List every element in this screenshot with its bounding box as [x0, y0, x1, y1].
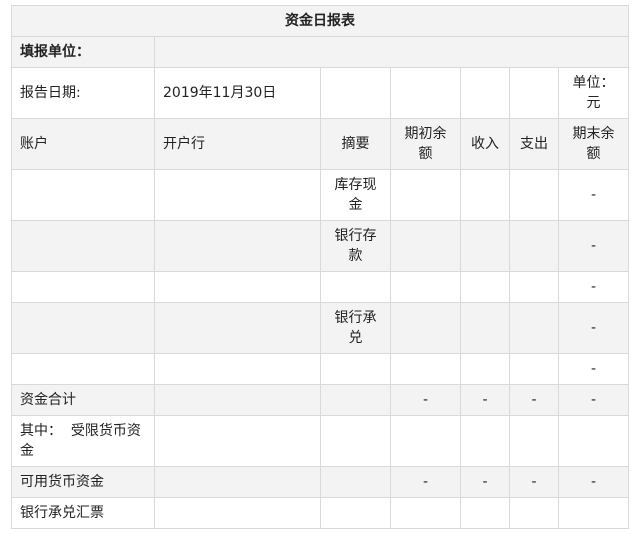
table-cell [557, 415, 630, 467]
table-cell [460, 169, 510, 221]
table-cell [390, 220, 461, 272]
table-cell [320, 497, 391, 529]
table-cell: - [390, 466, 461, 498]
table-cell [154, 415, 321, 467]
table-cell [390, 497, 461, 529]
table-cell: - [390, 384, 461, 416]
table-row: 银行存款 - [11, 220, 630, 272]
table-cell [509, 353, 559, 385]
unit-label: 填报单位： [11, 36, 155, 68]
table-cell [509, 302, 559, 354]
empty-cell [460, 67, 510, 119]
table-cell: - [557, 353, 630, 385]
table-cell: 银行承兑汇票 [11, 497, 155, 529]
unit-value [153, 36, 630, 68]
header-income: 收入 [460, 118, 510, 170]
table-cell [320, 353, 391, 385]
table-cell [11, 169, 155, 221]
table-cell: 银行承兑 [320, 302, 391, 354]
currency-note: 单位：元 [557, 67, 630, 119]
table-cell [154, 169, 321, 221]
table-cell [460, 415, 510, 467]
table-cell [154, 271, 321, 303]
table-cell [320, 384, 391, 416]
table-cell: - [557, 466, 630, 498]
table-cell [154, 220, 321, 272]
table-cell [154, 302, 321, 354]
table-cell: 库存现金 [320, 169, 391, 221]
table-cell [154, 466, 321, 498]
table-row: - [11, 271, 630, 303]
table-cell: - [509, 384, 559, 416]
header-closing-balance: 期末余额 [557, 118, 630, 170]
header-expense: 支出 [509, 118, 559, 170]
table-row: 库存现金 - [11, 169, 630, 221]
table-cell [509, 497, 559, 529]
table-cell [509, 271, 559, 303]
table-cell [154, 384, 321, 416]
table-cell [11, 271, 155, 303]
header-opening-balance: 期初余额 [390, 118, 461, 170]
date-label: 报告日期: [11, 67, 155, 119]
table-cell: - [557, 384, 630, 416]
table-cell: - [460, 466, 510, 498]
empty-cell [390, 67, 461, 119]
table-cell [509, 220, 559, 272]
empty-cell [509, 67, 559, 119]
table-cell [154, 353, 321, 385]
table-cell [460, 302, 510, 354]
table-cell [460, 497, 510, 529]
header-account: 账户 [11, 118, 155, 170]
table-cell [390, 353, 461, 385]
table-row: 其中： 受限货币资金 [11, 415, 630, 467]
table-cell [460, 271, 510, 303]
table-cell: - [460, 384, 510, 416]
table-row: 银行承兑汇票 [11, 497, 630, 529]
table-cell: 其中： 受限货币资金 [11, 415, 155, 467]
table-cell [320, 415, 391, 467]
table-cell: - [557, 169, 630, 221]
table-cell [320, 466, 391, 498]
header-summary: 摘要 [320, 118, 391, 170]
table-cell [390, 415, 461, 467]
table-cell [11, 353, 155, 385]
table-row: 资金合计 - - - - [11, 384, 630, 416]
table-row: - [11, 353, 630, 385]
table-cell [509, 415, 559, 467]
table-cell [460, 220, 510, 272]
table-cell: 银行存款 [320, 220, 391, 272]
table-cell [11, 220, 155, 272]
empty-cell [320, 67, 391, 119]
date-value: 2019年11月30日 [154, 67, 321, 119]
table-cell [557, 497, 630, 529]
table-cell [11, 302, 155, 354]
table-cell: 可用货币资金 [11, 466, 155, 498]
table-cell: - [557, 302, 630, 354]
table-row: 银行承兑 - [11, 302, 630, 354]
table-cell: - [557, 220, 630, 272]
table-cell [390, 169, 461, 221]
header-bank: 开户行 [154, 118, 321, 170]
table-cell [390, 302, 461, 354]
table-cell [390, 271, 461, 303]
table-cell [509, 169, 559, 221]
table-cell: 资金合计 [11, 384, 155, 416]
table-cell [460, 353, 510, 385]
table-cell [320, 271, 391, 303]
table-cell: - [509, 466, 559, 498]
table-row: 可用货币资金 - - - - [11, 466, 630, 498]
table-cell: - [557, 271, 630, 303]
report-title: 资金日报表 [10, 5, 630, 37]
daily-fund-report-table: 资金日报表 填报单位： 报告日期: 2019年11月30日 单位：元 账户 开户… [10, 5, 630, 529]
table-cell [154, 497, 321, 529]
